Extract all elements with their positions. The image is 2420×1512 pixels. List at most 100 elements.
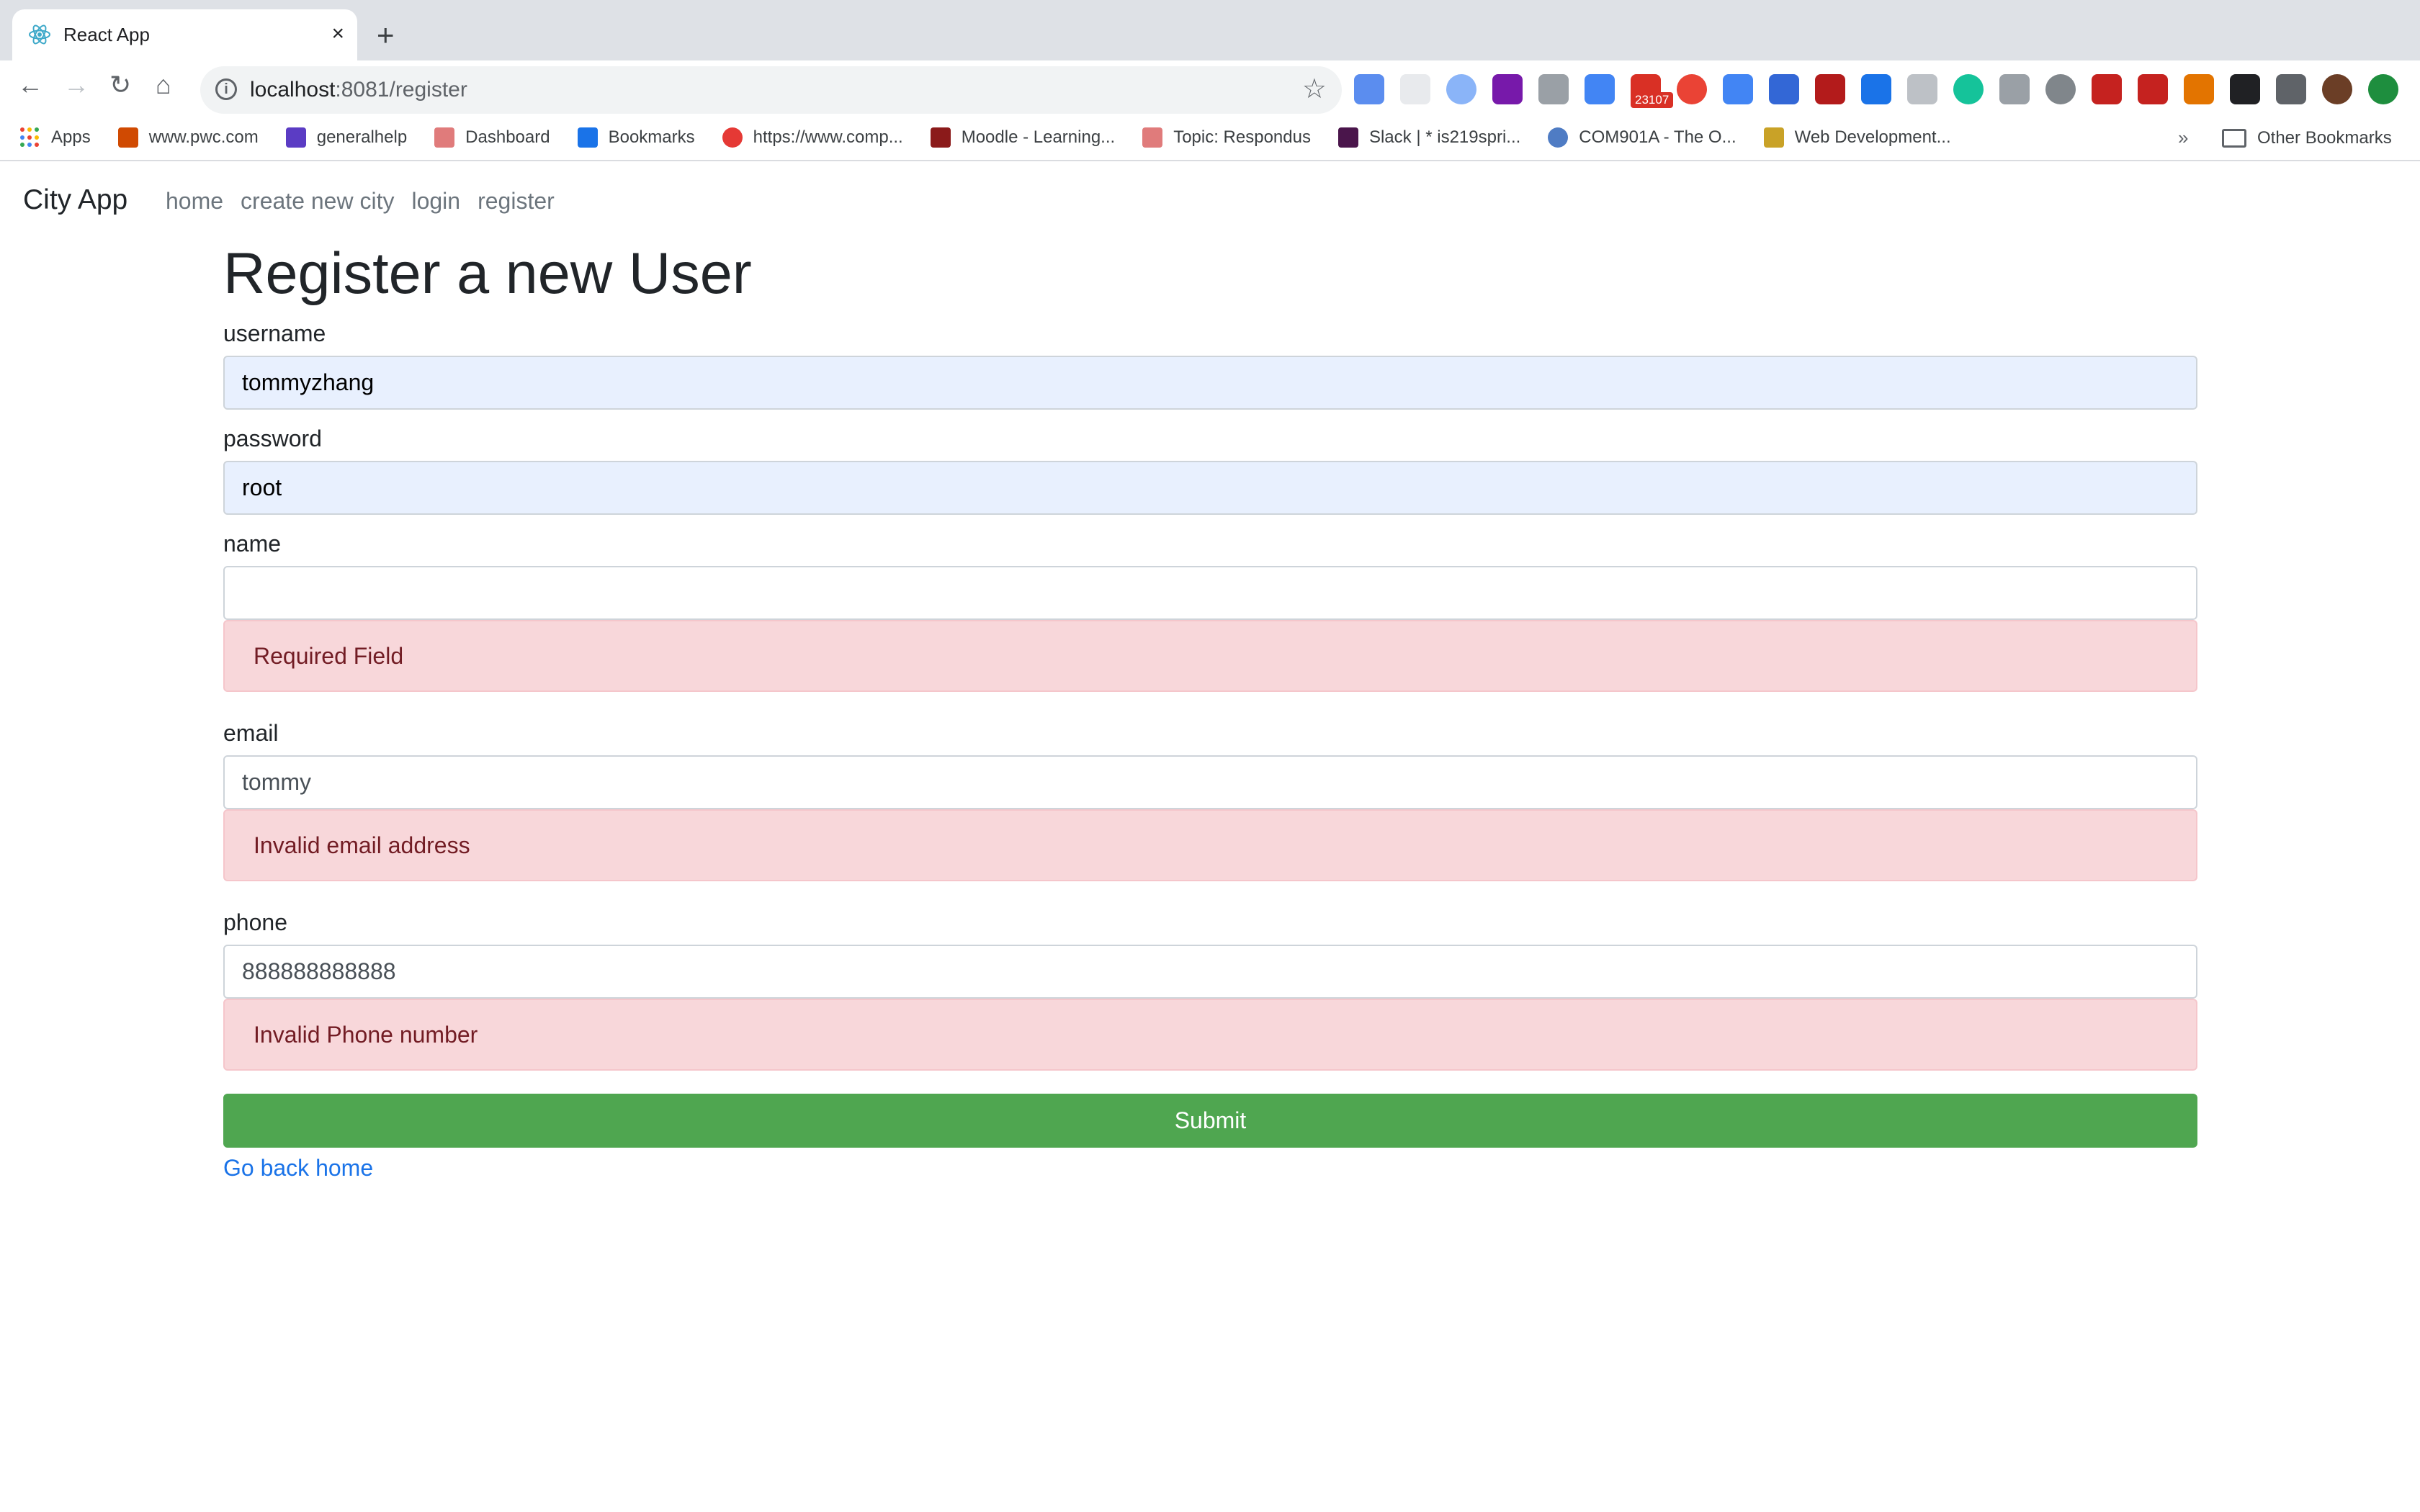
bookmark-item[interactable]: COM901A - The O... xyxy=(1548,127,1736,148)
extension-icon[interactable] xyxy=(1354,74,1384,104)
camera-icon[interactable] xyxy=(1999,74,2030,104)
email-field[interactable]: tommy xyxy=(223,755,2197,809)
apps-icon xyxy=(20,127,40,148)
puzzle-icon[interactable] xyxy=(2276,74,2306,104)
bookmark-item[interactable]: Topic: Respondus xyxy=(1142,127,1311,148)
other-bookmarks[interactable]: Other Bookmarks xyxy=(2222,115,2392,161)
extensions-bar xyxy=(1354,74,2398,104)
bookmark-label: Topic: Respondus xyxy=(1173,127,1311,147)
extension-icon[interactable] xyxy=(2092,74,2122,104)
bookmark-label: Dashboard xyxy=(465,127,550,147)
bookmark-label: generalhelp xyxy=(316,127,408,147)
onenote-icon[interactable] xyxy=(1492,74,1523,104)
extension-icon[interactable] xyxy=(1723,74,1753,104)
username-label: username xyxy=(223,320,326,346)
bookmark-apps[interactable]: Apps xyxy=(20,127,91,148)
forward-icon[interactable]: → xyxy=(63,68,89,102)
phone-field[interactable]: 888888888888 xyxy=(223,945,2197,999)
go-back-home-link[interactable]: Go back home xyxy=(223,1152,2197,1184)
nav-home[interactable]: home xyxy=(166,186,223,216)
bookmark-item[interactable]: generalhelp xyxy=(285,127,408,148)
extension-icon[interactable] xyxy=(2138,74,2168,104)
name-label: name xyxy=(223,531,282,557)
bookmark-label: COM901A - The O... xyxy=(1579,127,1736,147)
password-label: password xyxy=(223,426,322,451)
bookmark-star-icon[interactable]: ☆ xyxy=(1302,73,1327,105)
extension-icon[interactable] xyxy=(1907,74,1937,104)
acrobat-icon[interactable] xyxy=(1815,74,1845,104)
url-text: localhost:8081/register xyxy=(250,76,467,104)
other-bookmarks-label: Other Bookmarks xyxy=(2257,128,2392,148)
password-field[interactable]: root xyxy=(223,461,2197,515)
bookmark-label: Apps xyxy=(51,127,91,147)
name-field[interactable] xyxy=(223,566,2197,620)
translate-icon[interactable] xyxy=(1585,74,1615,104)
phone-label: phone xyxy=(223,909,287,935)
register-form: Register a new User username tommyzhang … xyxy=(223,238,2197,1184)
eyedropper-icon[interactable] xyxy=(1538,74,1569,104)
nav-register[interactable]: register xyxy=(478,186,555,216)
bookmark-item[interactable]: https://www.comp... xyxy=(722,127,903,148)
new-tab-icon[interactable]: + xyxy=(377,20,395,50)
bookmark-item[interactable]: Bookmarks xyxy=(577,127,695,148)
moodle-icon xyxy=(930,127,951,148)
youtube-icon[interactable] xyxy=(1677,74,1707,104)
c-logo-icon xyxy=(722,127,743,148)
url-host: localhost xyxy=(250,78,336,102)
browser-tab[interactable]: React App × xyxy=(12,9,357,60)
folder-icon xyxy=(2222,129,2246,148)
page-title: Register a new User xyxy=(223,241,752,306)
bookmark-item[interactable]: Dashboard xyxy=(434,127,550,148)
screenshot-icon[interactable] xyxy=(2230,74,2260,104)
gmail-m-icon xyxy=(285,127,306,148)
bookmark-item[interactable]: www.pwc.com xyxy=(117,127,259,148)
bookmark-label: Bookmarks xyxy=(608,127,695,147)
njit-icon xyxy=(434,127,455,148)
bookmark-item[interactable]: Web Development... xyxy=(1763,127,1951,148)
app-navbar: City App home create new city login regi… xyxy=(0,173,2420,227)
back-icon[interactable]: ← xyxy=(17,68,43,102)
react-icon xyxy=(29,24,50,45)
bookmark-item[interactable]: Slack | * is219spri... xyxy=(1337,127,1521,148)
tab-strip: React App × + xyxy=(0,0,2420,60)
more-bookmarks-icon[interactable]: » xyxy=(2178,127,2188,149)
grammarly-icon[interactable] xyxy=(1953,74,1984,104)
info-extension-icon[interactable] xyxy=(1861,74,1891,104)
nav-links: home create new city login register xyxy=(166,186,555,216)
bookmark-item[interactable]: Moodle - Learning... xyxy=(930,127,1116,148)
bookmark-label: Moodle - Learning... xyxy=(961,127,1116,147)
phone-error-alert: Invalid Phone number xyxy=(223,999,2197,1071)
extension-icon[interactable] xyxy=(2184,74,2214,104)
gmail-badge: 23107 xyxy=(1631,92,1674,108)
email-error-alert: Invalid email address xyxy=(223,809,2197,881)
web-dev-icon xyxy=(1763,127,1784,148)
tab-title: React App xyxy=(63,24,150,45)
home-icon[interactable]: ⌂ xyxy=(156,68,171,102)
brand-link[interactable]: City App xyxy=(23,183,127,217)
extension-icon[interactable] xyxy=(1446,74,1476,104)
site-info-icon[interactable]: i xyxy=(215,78,237,100)
bookmarks-bar: Apps www.pwc.com generalhelp Dashboard B… xyxy=(0,115,2420,161)
njit-icon xyxy=(1142,127,1163,148)
star-icon xyxy=(577,127,598,148)
extension-icon[interactable] xyxy=(1769,74,1799,104)
bookmark-label: Slack | * is219spri... xyxy=(1368,127,1521,147)
update-icon[interactable] xyxy=(2368,74,2398,104)
extension-icon[interactable] xyxy=(1400,74,1430,104)
address-bar[interactable]: i localhost:8081/register ☆ xyxy=(200,66,1342,114)
avatar[interactable] xyxy=(2322,74,2352,104)
bookmark-label: Web Development... xyxy=(1794,127,1951,147)
browser-toolbar: ← → ↻ ⌂ i localhost:8081/register ☆ 2310… xyxy=(0,60,2420,173)
nav-login[interactable]: login xyxy=(411,186,460,216)
submit-button[interactable]: Submit xyxy=(223,1094,2197,1148)
bookmark-label: https://www.comp... xyxy=(753,127,903,147)
extension-icon[interactable] xyxy=(2045,74,2076,104)
course-icon xyxy=(1548,127,1569,148)
tab-close-icon[interactable]: × xyxy=(331,22,344,46)
nav-create-city[interactable]: create new city xyxy=(241,186,394,216)
email-label: email xyxy=(223,720,279,746)
pwc-icon xyxy=(117,127,138,148)
username-field[interactable]: tommyzhang xyxy=(223,356,2197,410)
slack-icon xyxy=(1337,127,1358,148)
reload-icon[interactable]: ↻ xyxy=(109,68,131,102)
